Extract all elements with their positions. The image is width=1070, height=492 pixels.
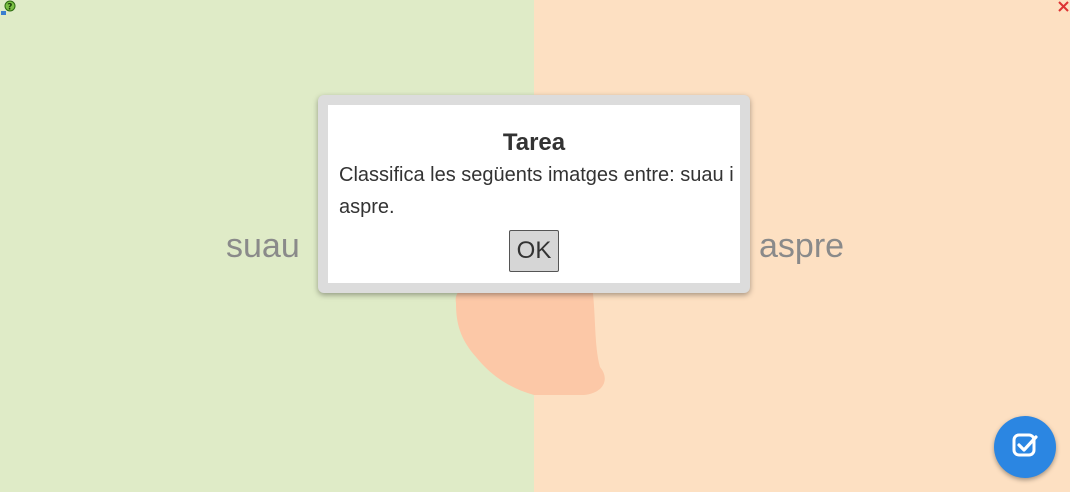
task-dialog-overlay: Tarea Classifica les següents imatges en… [318, 95, 750, 293]
zone-label-suau: suau [226, 227, 300, 265]
draggable-image-card[interactable] [452, 285, 612, 397]
svg-text:?: ? [7, 3, 12, 13]
zone-label-aspre: aspre [759, 227, 845, 265]
close-icon[interactable] [1056, 0, 1070, 12]
activity-stage: suau aspre ? Tarea Classifica les següen… [0, 0, 1070, 492]
dialog-title: Tarea [502, 129, 566, 156]
check-button[interactable] [994, 416, 1056, 478]
task-dialog: Tarea Classifica les següents imatges en… [328, 105, 740, 283]
help-icon[interactable]: ? [0, 0, 16, 16]
check-icon [1012, 433, 1038, 457]
ok-button[interactable]: OK [509, 230, 559, 272]
dialog-message: Classifica les següents imatges entre: s… [339, 164, 734, 218]
